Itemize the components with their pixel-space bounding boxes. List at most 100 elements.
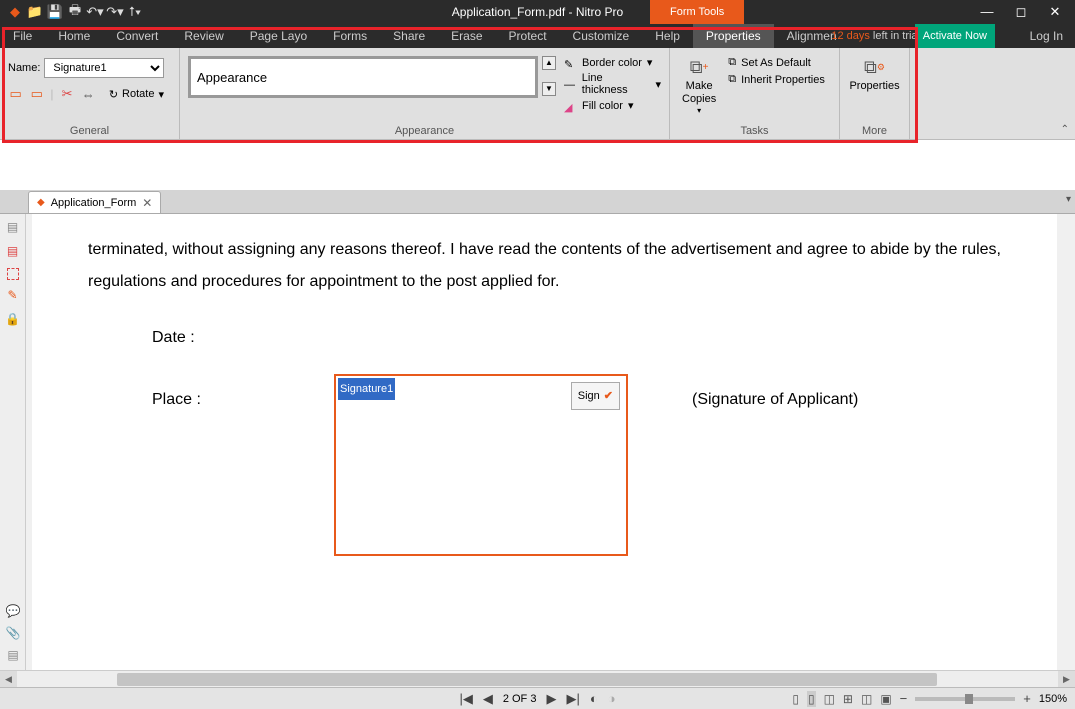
border-color-button[interactable]: ✎Border color ▾ (564, 56, 661, 69)
scroll-right-button[interactable]: ▶ (1058, 671, 1075, 688)
security-panel-icon[interactable]: 🔒 (5, 312, 21, 328)
workspace: ▤ ▤ ✎ 🔒 💬 📎 ▤ terminated, without assign… (0, 214, 1075, 670)
tab-overflow-button[interactable]: ▾ (1066, 194, 1071, 205)
save-icon[interactable]: 💾 (46, 3, 64, 21)
left-sidebar-bottom: 💬 📎 ▤ (0, 604, 26, 664)
zoom-slider[interactable] (915, 697, 1015, 701)
make-copies-button[interactable]: ⧉+ Make Copies▾ (678, 52, 720, 117)
menu-review[interactable]: Review (171, 24, 236, 48)
window-controls: — ◻ ✕ (975, 4, 1075, 20)
status-right: ▯ ▯ ◫ ⊞ ◫ ▣ − + 150% (792, 691, 1067, 707)
zoom-out-button[interactable]: − (900, 691, 908, 706)
sign-button[interactable]: Sign✔ (571, 382, 620, 410)
next-page-button[interactable]: ▶ (546, 691, 556, 707)
title-bar: ◆ 📁 💾 🖶 ↶▾ ↷▾ ⭡▾ Application_Form.pdf - … (0, 0, 1075, 24)
app-logo-icon: ◆ (6, 3, 24, 21)
status-bar: |◀ ◀ 2 OF 3 ▶ ▶| ◐ ◑ ▯ ▯ ◫ ⊞ ◫ ▣ − + 150… (0, 687, 1075, 709)
name-select[interactable]: Signature1 (44, 58, 164, 78)
field-tool-2-icon[interactable]: ▭ (29, 84, 44, 104)
menu-properties[interactable]: Properties (693, 24, 774, 48)
document-tab[interactable]: ◆ Application_Form ✕ (28, 191, 161, 213)
bucket-icon: ◢ (564, 101, 577, 111)
bookmarks-panel-icon[interactable]: ▤ (5, 244, 21, 260)
group-label-tasks: Tasks (678, 123, 831, 137)
layers-panel-icon[interactable] (7, 268, 19, 280)
forward-view-button[interactable]: ◑ (608, 691, 616, 706)
pages-panel-icon[interactable]: ▤ (5, 220, 21, 236)
check-icon: ✔ (604, 385, 613, 407)
menu-help[interactable]: Help (642, 24, 693, 48)
trial-status: 12 days left in trial (831, 30, 920, 42)
document-page[interactable]: terminated, without assigning any reason… (32, 214, 1057, 670)
activate-button[interactable]: Activate Now (915, 24, 995, 48)
place-label: Place : (152, 384, 201, 416)
pencil-icon: ✎ (564, 58, 577, 68)
signature-field[interactable]: Signature1 Sign✔ (334, 374, 628, 556)
scroll-track[interactable] (17, 671, 1058, 688)
cut-icon[interactable]: ✂ (59, 84, 74, 104)
attachments-icon[interactable]: 📎 (5, 626, 21, 642)
menu-protect[interactable]: Protect (496, 24, 560, 48)
set-default-button[interactable]: ⧉Set As Default (728, 56, 825, 69)
appearance-preview[interactable]: Appearance (188, 56, 538, 98)
signatures-panel-icon[interactable]: ✎ (5, 288, 21, 304)
menu-forms[interactable]: Forms (320, 24, 380, 48)
field-tool-1-icon[interactable]: ▭ (8, 84, 23, 104)
inherit-properties-button[interactable]: ⧉Inherit Properties (728, 73, 825, 86)
quick-access-toolbar: ◆ 📁 💾 🖶 ↶▾ ↷▾ ⭡▾ (0, 3, 144, 21)
inherit-icon: ⧉ (728, 73, 736, 86)
menu-share[interactable]: Share (380, 24, 438, 48)
first-page-button[interactable]: |◀ (459, 691, 472, 707)
copies-icon: ⧉+ (686, 54, 712, 80)
ribbon-collapse-button[interactable]: ⌃ (1061, 124, 1069, 135)
line-icon: — (564, 79, 577, 89)
login-button[interactable]: Log In (1030, 29, 1063, 43)
prev-page-button[interactable]: ◀ (483, 691, 493, 707)
view-continuous-icon[interactable]: ▯ (807, 691, 816, 707)
open-icon[interactable]: 📁 (26, 3, 44, 21)
tab-close-button[interactable]: ✕ (142, 196, 152, 210)
zoom-level[interactable]: 150% (1039, 693, 1067, 705)
menu-page-layout[interactable]: Page Layo (237, 24, 320, 48)
name-label: Name: (8, 62, 40, 74)
scroll-thumb[interactable] (117, 673, 937, 686)
ribbon: Name: Signature1 ▭ ▭ | ✂ ⇔ ↻ Rotate ▾ Ge… (0, 48, 1075, 140)
menu-home[interactable]: Home (45, 24, 103, 48)
properties-button[interactable]: ⧉⚙ Properties (848, 52, 901, 94)
ribbon-group-tasks: ⧉+ Make Copies▾ ⧉Set As Default ⧉Inherit… (670, 48, 840, 139)
redo-icon[interactable]: ↷▾ (106, 3, 124, 21)
rotate-button[interactable]: ↻ Rotate ▾ (102, 85, 171, 104)
zoom-thumb[interactable] (965, 694, 973, 704)
undo-icon[interactable]: ↶▾ (86, 3, 104, 21)
left-sidebar: ▤ ▤ ✎ 🔒 (0, 214, 26, 670)
appearance-up-button[interactable]: ▲ (542, 56, 556, 70)
zoom-in-button[interactable]: + (1023, 691, 1031, 706)
date-label: Date : (152, 322, 195, 354)
fill-color-button[interactable]: ◢Fill color ▾ (564, 99, 661, 112)
last-page-button[interactable]: ▶| (566, 691, 579, 707)
output-icon[interactable]: ▤ (5, 648, 21, 664)
signature-caption: (Signature of Applicant) (692, 384, 858, 416)
print-icon[interactable]: 🖶 (66, 3, 84, 21)
appearance-down-button[interactable]: ▼ (542, 82, 556, 96)
close-button[interactable]: ✕ (1043, 4, 1067, 20)
menu-convert[interactable]: Convert (103, 24, 171, 48)
back-view-button[interactable]: ◐ (590, 691, 598, 706)
pointer-icon[interactable]: ⭡▾ (126, 3, 144, 21)
page-indicator[interactable]: 2 OF 3 (503, 693, 537, 705)
menu-file[interactable]: File (0, 24, 45, 48)
align-icon[interactable]: ⇔ (81, 84, 96, 104)
scroll-left-button[interactable]: ◀ (0, 671, 17, 688)
menu-erase[interactable]: Erase (438, 24, 495, 48)
comments-icon[interactable]: 💬 (5, 604, 21, 620)
menu-bar: File Home Convert Review Page Layo Forms… (0, 24, 1075, 48)
context-tab-label: Form Tools (650, 0, 744, 24)
pdf-icon: ◆ (37, 197, 45, 208)
line-thickness-button[interactable]: —Line thickness ▾ (564, 72, 661, 96)
horizontal-scrollbar[interactable]: ◀ ▶ (0, 670, 1075, 687)
minimize-button[interactable]: — (975, 4, 999, 20)
properties-icon: ⧉⚙ (862, 54, 888, 80)
group-label-appearance: Appearance (188, 123, 661, 137)
menu-customize[interactable]: Customize (560, 24, 643, 48)
maximize-button[interactable]: ◻ (1009, 4, 1033, 20)
